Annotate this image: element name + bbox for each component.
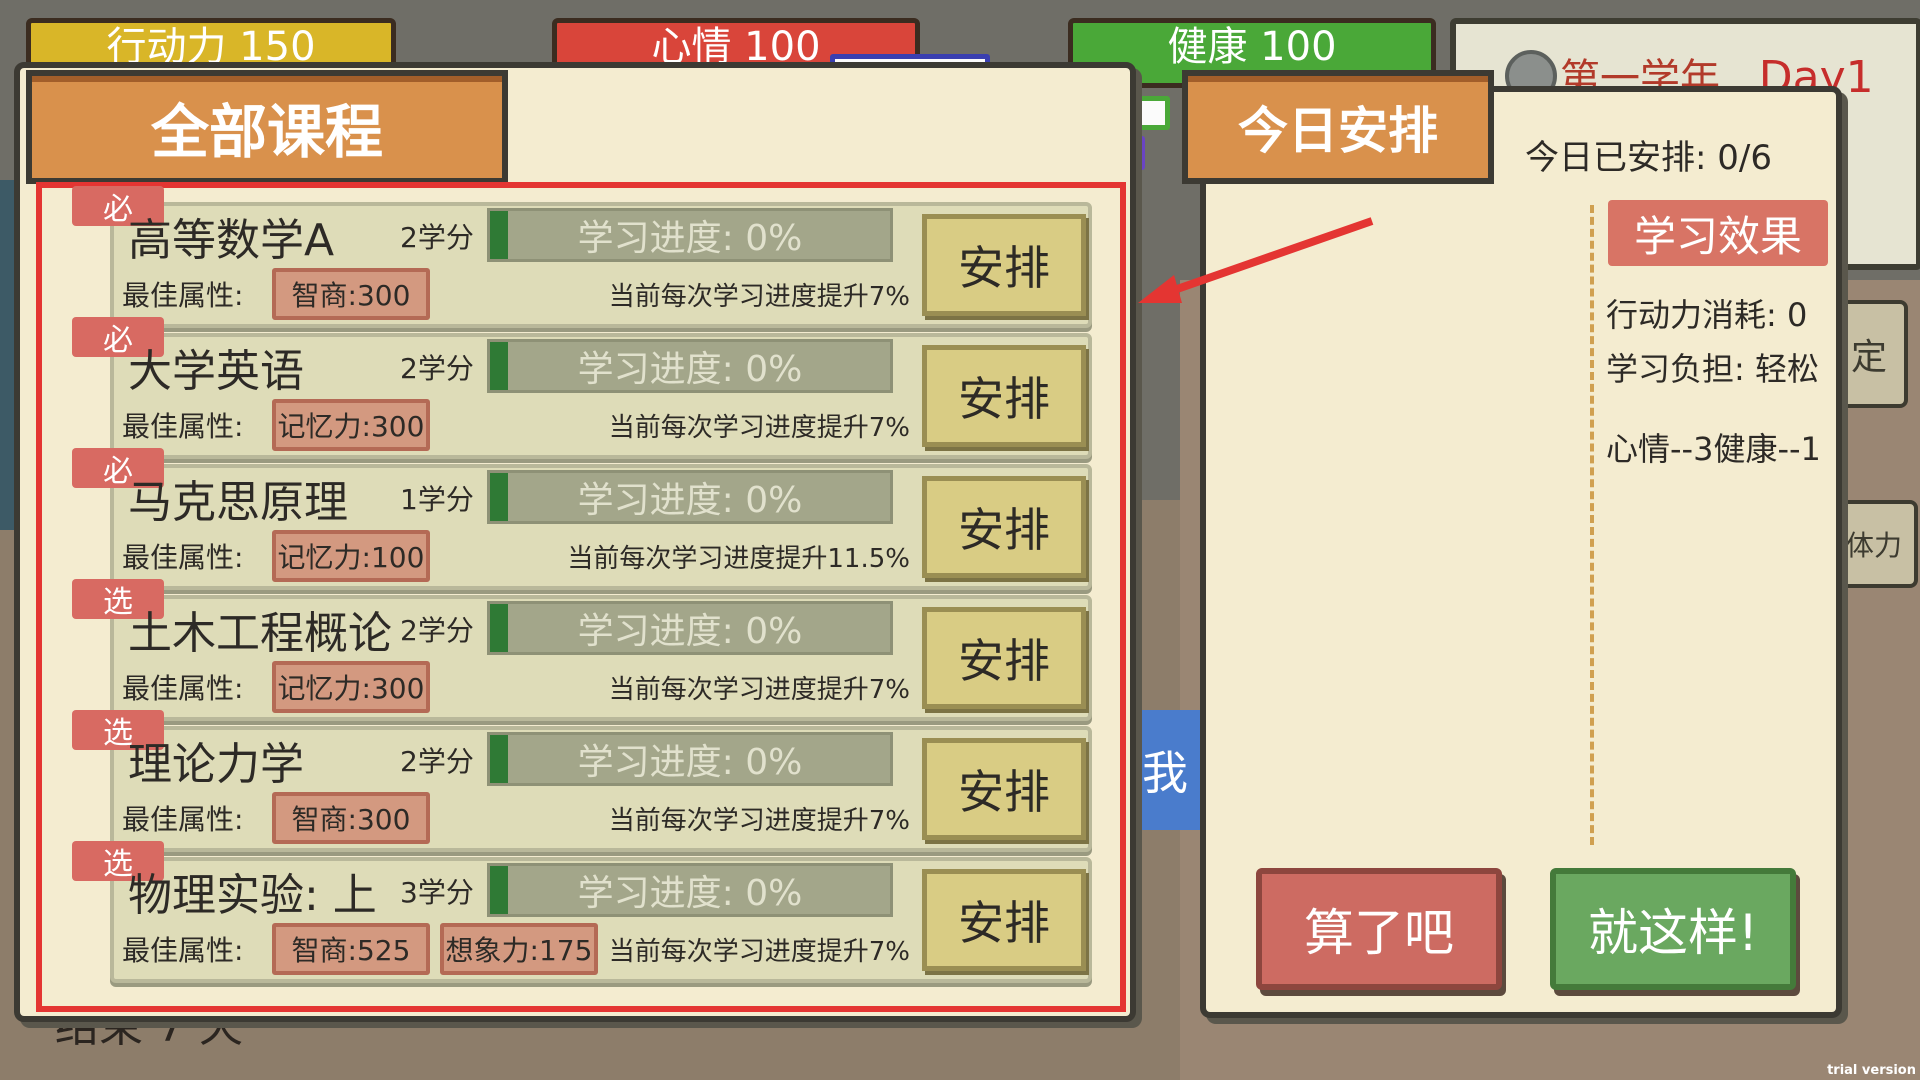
health-text: 健康 100 (1167, 24, 1337, 70)
arrange-button[interactable]: 安排 (922, 345, 1086, 447)
arrange-button[interactable]: 安排 (922, 607, 1086, 709)
effect-title: 学习效果 (1608, 200, 1828, 266)
study-burden: 学习负担: 轻松 (1606, 350, 1819, 388)
confirm-button[interactable]: 就这样! (1550, 868, 1796, 990)
course-name: 大学英语 (128, 346, 304, 397)
best-attribute-badge: 记忆力:300 (272, 661, 430, 713)
course-credit: 3学分 (400, 876, 474, 909)
course-name: 马克思原理 (128, 477, 348, 528)
course-credit: 1学分 (400, 483, 474, 516)
arrange-button[interactable]: 安排 (922, 214, 1086, 316)
best-attribute-badge: 记忆力:100 (272, 530, 430, 582)
course-credit: 2学分 (400, 352, 474, 385)
pointer-arrow (1138, 217, 1374, 303)
best-attribute-label: 最佳属性: (122, 934, 244, 967)
watermark: trial version (1827, 1063, 1916, 1078)
effect-divider (1590, 205, 1594, 845)
best-attribute-badge: 记忆力:300 (272, 399, 430, 451)
arrange-button[interactable]: 安排 (922, 869, 1086, 971)
progress-boost-text: 当前每次学习进度提升7% (608, 806, 910, 836)
course-credit: 2学分 (400, 745, 474, 778)
best-attribute-badge: 想象力:175 (440, 923, 598, 975)
mood-health-effect: 心情--3健康--1 (1606, 430, 1821, 468)
best-attribute-badge: 智商:300 (272, 792, 430, 844)
progress-text: 学习进度: 0% (577, 873, 803, 914)
course-name: 土木工程概论 (128, 608, 392, 659)
best-attribute-label: 最佳属性: (122, 541, 244, 574)
edge-label-stamina: 体力 (1830, 500, 1918, 588)
progress-boost-text: 当前每次学习进度提升7% (608, 282, 910, 312)
course-name: 物理实验: 上 (128, 870, 377, 921)
progress-bar: 学习进度: 0% (487, 732, 893, 786)
courses-panel-title: 全部课程 (26, 70, 508, 184)
action-cost: 行动力消耗: 0 (1606, 296, 1808, 334)
course-name: 高等数学A (128, 215, 335, 266)
progress-bar: 学习进度: 0% (487, 601, 893, 655)
arranged-count: 今日已安排: 0/6 (1525, 138, 1772, 178)
best-attribute-label: 最佳属性: (122, 279, 244, 312)
progress-text: 学习进度: 0% (577, 480, 803, 521)
progress-bar: 学习进度: 0% (487, 863, 893, 917)
progress-text: 学习进度: 0% (577, 611, 803, 652)
progress-boost-text: 当前每次学习进度提升11.5% (567, 544, 910, 574)
progress-bar: 学习进度: 0% (487, 339, 893, 393)
today-panel-title: 今日安排 (1182, 70, 1494, 184)
progress-boost-text: 当前每次学习进度提升7% (608, 413, 910, 443)
progress-text: 学习进度: 0% (577, 742, 803, 783)
arrange-button[interactable]: 安排 (922, 476, 1086, 578)
course-credit: 2学分 (400, 614, 474, 647)
best-attribute-label: 最佳属性: (122, 410, 244, 443)
best-attribute-label: 最佳属性: (122, 672, 244, 705)
course-name: 理论力学 (128, 739, 304, 790)
best-attribute-badge: 智商:525 (272, 923, 430, 975)
progress-bar: 学习进度: 0% (487, 208, 893, 262)
side-character-label: 我 (1130, 710, 1200, 830)
progress-boost-text: 当前每次学习进度提升7% (608, 937, 910, 967)
progress-boost-text: 当前每次学习进度提升7% (608, 675, 910, 705)
progress-text: 学习进度: 0% (577, 349, 803, 390)
best-attribute-label: 最佳属性: (122, 803, 244, 836)
progress-bar: 学习进度: 0% (487, 470, 893, 524)
best-attribute-badge: 智商:300 (272, 268, 430, 320)
cancel-button[interactable]: 算了吧 (1256, 868, 1502, 990)
arrange-button[interactable]: 安排 (922, 738, 1086, 840)
course-credit: 2学分 (400, 221, 474, 254)
progress-text: 学习进度: 0% (577, 218, 803, 259)
